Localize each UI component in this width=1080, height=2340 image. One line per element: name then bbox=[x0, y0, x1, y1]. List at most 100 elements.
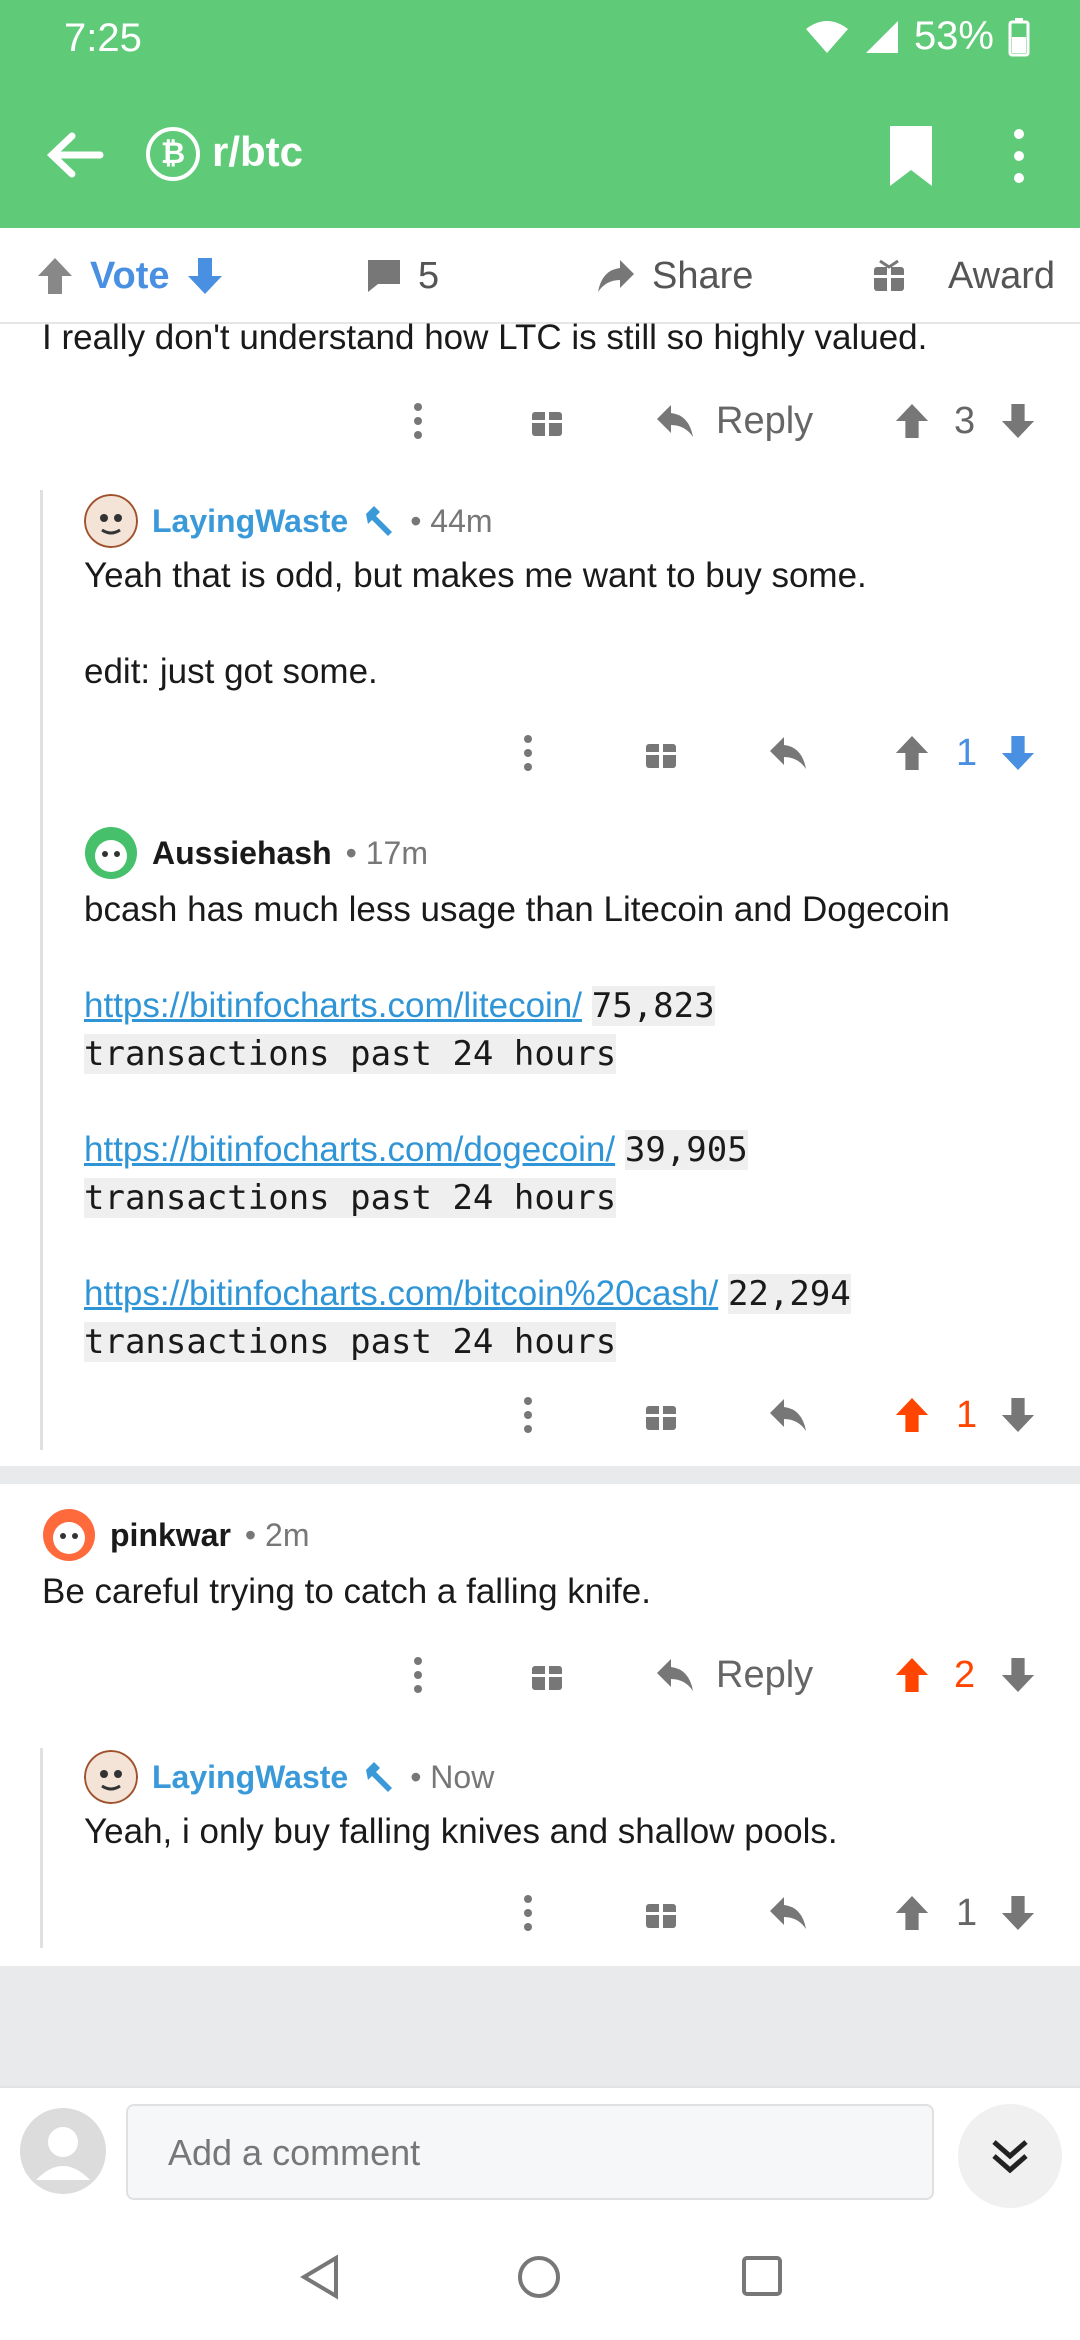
reply-arrow-icon[interactable] bbox=[655, 403, 695, 439]
score: 2 bbox=[954, 1653, 976, 1696]
nav-recents-icon[interactable] bbox=[740, 2254, 784, 2298]
more-options-icon[interactable] bbox=[520, 733, 536, 773]
more-options-icon[interactable] bbox=[1004, 124, 1034, 188]
battery-icon bbox=[1008, 17, 1030, 56]
comment-time: • 2m bbox=[244, 1516, 310, 1553]
link-paragraph: https://bitinfocharts.com/bitcoin%20cash… bbox=[84, 1270, 1044, 1366]
comment-tools: 1 bbox=[520, 1390, 1050, 1440]
avatar bbox=[85, 827, 137, 879]
gift-icon[interactable] bbox=[530, 404, 564, 438]
downvote-icon[interactable] bbox=[186, 256, 224, 296]
status-time: 7:25 bbox=[64, 16, 142, 60]
vote-label: Vote bbox=[90, 254, 170, 297]
avatar bbox=[84, 1750, 138, 1804]
comment-time: • 17m bbox=[345, 834, 428, 871]
link[interactable]: https://bitinfocharts.com/bitcoin%20cash… bbox=[84, 1274, 718, 1313]
reply-label[interactable]: Reply bbox=[716, 400, 813, 443]
reply-arrow-icon[interactable] bbox=[768, 1895, 808, 1931]
link-paragraph: https://bitinfocharts.com/dogecoin/ 39,9… bbox=[84, 1126, 1044, 1222]
code-text: transactions past 24 hours bbox=[84, 1322, 617, 1362]
award-button[interactable]: Award bbox=[872, 228, 1055, 324]
comment-text: Yeah that is odd, but makes me want to b… bbox=[84, 556, 867, 595]
gift-icon bbox=[874, 259, 904, 291]
username[interactable]: pinkwar bbox=[110, 1517, 231, 1554]
downvote-icon[interactable] bbox=[1000, 734, 1036, 772]
username[interactable]: LayingWaste bbox=[152, 1759, 348, 1796]
code-text: 75,823 bbox=[591, 986, 715, 1026]
comments-button[interactable]: 5 bbox=[366, 228, 439, 324]
more-options-icon[interactable] bbox=[520, 1893, 536, 1933]
score: 3 bbox=[954, 399, 976, 442]
comment-tools: 1 bbox=[520, 728, 1050, 778]
back-arrow-icon[interactable] bbox=[40, 120, 110, 190]
thread-line bbox=[40, 490, 43, 1450]
mod-wrench-icon bbox=[366, 506, 393, 536]
vote-control: Vote bbox=[36, 228, 224, 324]
downvote-icon[interactable] bbox=[1000, 1894, 1036, 1932]
nav-home-icon[interactable] bbox=[516, 2254, 562, 2300]
downvote-icon[interactable] bbox=[1000, 1396, 1036, 1434]
upvote-icon[interactable] bbox=[894, 1396, 930, 1434]
gift-icon[interactable] bbox=[644, 1896, 678, 1930]
link[interactable]: https://bitinfocharts.com/litecoin/ bbox=[84, 986, 582, 1025]
username[interactable]: Aussiehash bbox=[152, 835, 332, 872]
more-options-icon[interactable] bbox=[410, 401, 426, 441]
comment-text: bcash has much less usage than Litecoin … bbox=[84, 890, 950, 929]
list-end-spacer bbox=[0, 1966, 1080, 2086]
upvote-icon[interactable] bbox=[894, 1894, 930, 1932]
bookmark-icon[interactable] bbox=[886, 124, 936, 188]
avatar bbox=[43, 1509, 95, 1561]
status-bar: 7:25 53% bbox=[0, 0, 1080, 80]
username[interactable]: LayingWaste bbox=[152, 503, 348, 540]
code-text: transactions past 24 hours bbox=[84, 1178, 617, 1218]
score: 1 bbox=[956, 1891, 978, 1934]
bitcoin-icon: ₿ bbox=[146, 127, 200, 181]
score: 1 bbox=[956, 1393, 978, 1436]
reply-arrow-icon[interactable] bbox=[768, 735, 808, 771]
add-comment-input[interactable]: Add a comment bbox=[126, 2104, 934, 2200]
reply-label[interactable]: Reply bbox=[716, 1654, 813, 1697]
reply-arrow-icon[interactable] bbox=[655, 1657, 695, 1693]
gift-icon[interactable] bbox=[644, 1398, 678, 1432]
gift-icon[interactable] bbox=[530, 1658, 564, 1692]
comment-bubble-icon bbox=[368, 260, 400, 292]
comment-author: Aussiehash • 17m bbox=[84, 826, 428, 880]
reply-arrow-icon[interactable] bbox=[768, 1397, 808, 1433]
code-text: 39,905 bbox=[624, 1130, 748, 1170]
upvote-icon[interactable] bbox=[894, 402, 930, 440]
comment-author: LayingWaste • Now bbox=[84, 1750, 494, 1804]
downvote-icon[interactable] bbox=[1000, 402, 1036, 440]
mod-wrench-icon bbox=[366, 1762, 393, 1792]
downvote-icon[interactable] bbox=[1000, 1656, 1036, 1694]
code-text: 22,294 bbox=[727, 1274, 851, 1314]
status-icons: 53% bbox=[804, 14, 1030, 59]
nav-back-icon[interactable] bbox=[298, 2254, 342, 2300]
more-options-icon[interactable] bbox=[520, 1395, 536, 1435]
code-text: transactions past 24 hours bbox=[84, 1034, 617, 1074]
comment-tools: Reply 3 bbox=[400, 396, 1050, 446]
comment-composer: Add a comment bbox=[0, 2086, 1080, 2214]
upvote-icon[interactable] bbox=[894, 1656, 930, 1694]
subreddit-name[interactable]: r/btc bbox=[212, 128, 303, 176]
post-action-bar: Vote 5 Share Award bbox=[0, 228, 1080, 324]
user-avatar-icon bbox=[20, 2108, 106, 2194]
link[interactable]: https://bitinfocharts.com/dogecoin/ bbox=[84, 1130, 615, 1169]
upvote-icon[interactable] bbox=[894, 734, 930, 772]
comment-body: bcash has much less usage than Litecoin … bbox=[84, 886, 1044, 1366]
comment-time: • Now bbox=[410, 1758, 495, 1795]
upvote-icon[interactable] bbox=[36, 256, 74, 296]
more-options-icon[interactable] bbox=[410, 1655, 426, 1695]
thread-line bbox=[40, 1748, 43, 1948]
expand-button[interactable] bbox=[958, 2104, 1062, 2208]
comments-count: 5 bbox=[418, 254, 440, 297]
comment-text: edit: just got some. bbox=[84, 652, 378, 691]
battery-percent: 53% bbox=[913, 14, 994, 58]
comment-author: LayingWaste • 44m bbox=[84, 494, 493, 548]
share-button[interactable]: Share bbox=[596, 228, 753, 324]
comment-text: Be careful trying to catch a falling kni… bbox=[42, 1572, 651, 1611]
comment-tools: 1 bbox=[520, 1888, 1050, 1938]
system-navigation-bar bbox=[0, 2214, 1080, 2340]
signal-icon bbox=[865, 20, 898, 53]
gift-icon[interactable] bbox=[644, 736, 678, 770]
avatar bbox=[84, 494, 138, 548]
